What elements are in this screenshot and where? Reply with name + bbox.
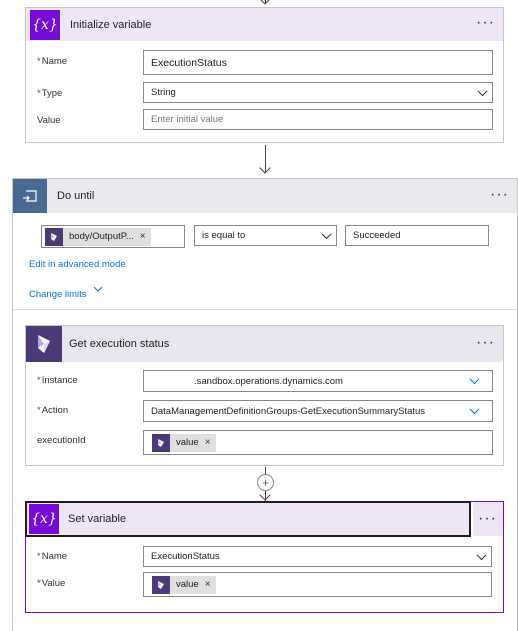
remove-token-icon[interactable]: ×	[205, 579, 211, 590]
value-label: Value	[37, 115, 61, 126]
set-variable-header[interactable]: {x} Set variable	[25, 501, 471, 537]
instance-select[interactable]: .sandbox.operations.dynamics.com	[143, 370, 493, 392]
chevron-down-icon	[476, 549, 487, 560]
card-title: Do until	[57, 190, 95, 202]
connector-arrow	[259, 162, 271, 174]
initialize-variable-header[interactable]: {x} Initialize variable	[26, 8, 503, 41]
do-until-header[interactable]: Do until	[13, 179, 517, 213]
dynamics-365-icon	[45, 227, 63, 246]
more-options-icon[interactable]: ···	[490, 187, 509, 203]
divider	[13, 309, 517, 310]
card-title: Initialize variable	[70, 18, 152, 31]
type-label: *Type	[37, 88, 63, 99]
connector-arrow	[259, 0, 271, 5]
dynamic-content-token[interactable]: value ×	[152, 433, 216, 452]
value-label: *Value	[37, 578, 66, 589]
get-execution-status-header[interactable]: Get execution status	[26, 326, 503, 362]
chevron-down-icon	[321, 228, 332, 239]
change-limits-link[interactable]: Change limits	[29, 283, 103, 300]
dynamics-365-icon	[152, 575, 170, 594]
dynamic-content-token[interactable]: body/OutputP... ×	[45, 227, 151, 246]
chevron-down-icon	[469, 374, 480, 385]
dynamics-365-icon	[26, 326, 62, 362]
initialize-variable-card: {x} Initialize variable ··· *Name Execut…	[25, 7, 504, 143]
variable-name-input[interactable]: ExecutionStatus	[143, 50, 493, 75]
dynamic-content-token[interactable]: value ×	[152, 575, 216, 594]
get-execution-status-card: Get execution status ··· *Instance .sand…	[25, 325, 504, 466]
variable-icon: {x}	[30, 9, 60, 40]
condition-operator-select[interactable]: is equal to	[194, 225, 337, 246]
condition-right-operand[interactable]: Succeeded	[345, 225, 489, 246]
more-options-icon[interactable]: ···	[476, 335, 495, 351]
more-options-icon[interactable]: ···	[478, 511, 497, 527]
remove-token-icon[interactable]: ×	[205, 437, 211, 448]
add-icon: +	[261, 475, 269, 490]
name-label: *Name	[37, 56, 68, 67]
remove-token-icon[interactable]: ×	[140, 231, 146, 242]
card-title: Set variable	[68, 513, 127, 525]
edit-advanced-mode-link[interactable]: Edit in advanced mode	[29, 259, 126, 270]
action-select[interactable]: DataManagementDefinitionGroups-GetExecut…	[143, 400, 493, 422]
variable-name-select[interactable]: ExecutionStatus	[143, 546, 492, 567]
card-title: Get execution status	[69, 338, 170, 350]
variable-value-input[interactable]: Enter initial value	[143, 109, 493, 130]
variable-icon: {x}	[29, 504, 59, 534]
chevron-down-icon	[469, 404, 480, 415]
name-label: *Name	[37, 551, 68, 562]
loop-icon	[13, 179, 47, 213]
execution-id-input[interactable]: value ×	[143, 430, 493, 455]
execution-id-label: executionId	[37, 435, 86, 446]
chevron-down-icon	[477, 85, 488, 96]
set-variable-card: {x} Set variable ··· *Name ExecutionStat…	[25, 501, 504, 613]
chevron-down-icon	[93, 283, 103, 292]
insert-step-button[interactable]: +	[257, 474, 274, 491]
dynamics-365-icon	[152, 433, 170, 452]
condition-left-operand[interactable]: body/OutputP... ×	[41, 225, 185, 248]
more-options-icon[interactable]: ···	[476, 15, 495, 31]
variable-type-select[interactable]: String	[143, 82, 493, 103]
action-label: *Action	[37, 405, 69, 416]
variable-value-input[interactable]: value ×	[143, 572, 492, 597]
instance-label: *Instance	[37, 375, 78, 386]
